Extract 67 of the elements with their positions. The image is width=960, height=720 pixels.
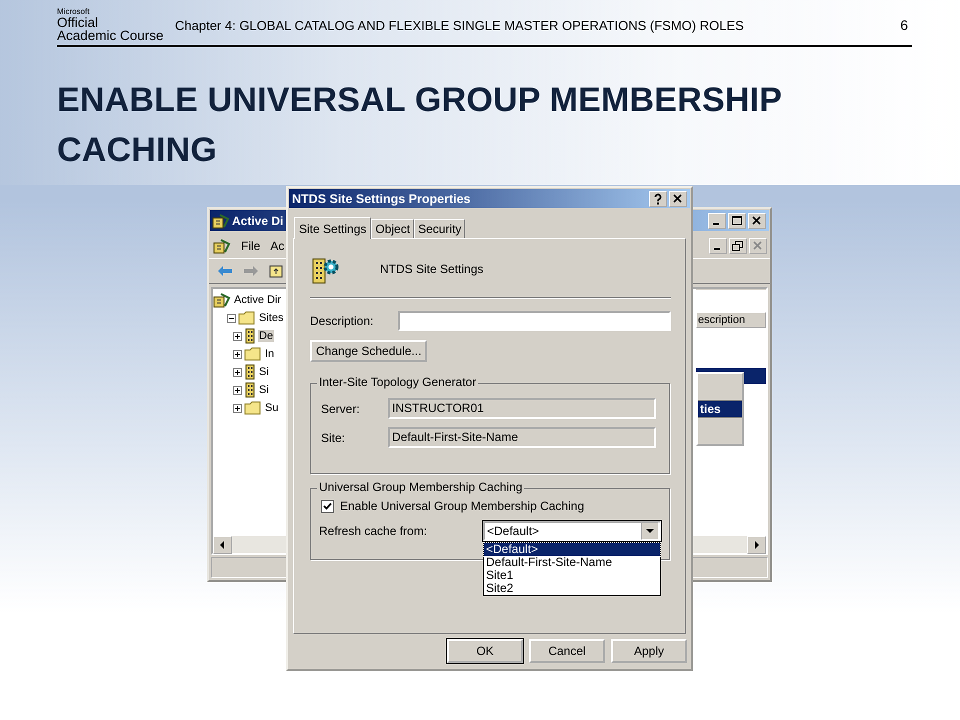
building-icon (244, 364, 256, 380)
expand-icon[interactable] (233, 332, 242, 340)
logo-text: Academic Course (57, 29, 165, 42)
dropdown-value: <Default> (486, 524, 540, 538)
dialog-title: NTDS Site Settings Properties (292, 192, 471, 206)
dialog-button[interactable]: OK (447, 639, 523, 663)
field-label: Refresh cache from: (319, 524, 428, 538)
logo-brand: Microsoft (57, 7, 90, 16)
scroll-right-icon[interactable] (747, 536, 766, 554)
directory-icon (213, 238, 231, 254)
tree-item[interactable]: Su (264, 402, 280, 414)
close-icon[interactable] (748, 212, 766, 228)
context-menu-item[interactable]: ties (698, 400, 742, 418)
expand-icon[interactable] (233, 386, 242, 394)
tree-item[interactable]: Si (258, 366, 270, 378)
tree-item[interactable]: In (264, 348, 276, 360)
window-title: Active Di (232, 214, 284, 228)
up-folder-icon[interactable] (269, 264, 283, 278)
close-icon[interactable] (669, 190, 687, 206)
change-schedule-button[interactable]: Change Schedule... (310, 340, 428, 362)
field-label: Site: (321, 430, 346, 444)
building-icon (244, 382, 256, 398)
minimize-icon[interactable] (709, 238, 727, 254)
folder-icon (244, 401, 262, 415)
slide-title: ENABLE UNIVERSAL GROUP MEMBERSHIP CACHING (57, 80, 782, 171)
tree-item[interactable]: De (258, 330, 274, 342)
group-title: Universal Group Membership Caching (317, 480, 524, 494)
dropdown-option[interactable]: Site2 (484, 582, 660, 595)
menu-item[interactable]: File (241, 239, 260, 253)
description-field[interactable] (398, 311, 671, 331)
dropdown-option[interactable]: Site1 (484, 569, 660, 582)
tab[interactable]: Object (371, 219, 414, 238)
checkbox-label: Enable Universal Group Membership Caching (340, 499, 584, 513)
dropdown[interactable]: <Default> (483, 521, 661, 541)
building-icon (244, 328, 256, 344)
folder-icon (238, 311, 256, 325)
column-header[interactable]: escription (696, 312, 766, 328)
tab[interactable]: Site Settings (294, 217, 372, 239)
tree-item[interactable]: Active Dir (233, 294, 282, 306)
folder-icon (244, 347, 262, 361)
menu-item[interactable]: Ac (270, 239, 284, 253)
page-number: 6 (900, 17, 908, 33)
field-label: Description: (310, 314, 374, 328)
directory-icon (213, 292, 231, 308)
restore-icon[interactable] (729, 238, 747, 254)
expand-icon[interactable] (233, 404, 242, 412)
dropdown-option[interactable]: <Default> (484, 543, 660, 556)
group-title: Inter-Site Topology Generator (317, 375, 478, 389)
help-icon[interactable] (649, 190, 667, 206)
checkbox[interactable] (321, 500, 334, 512)
directory-icon (212, 212, 230, 228)
maximize-icon[interactable] (728, 212, 746, 228)
chapter-header: Chapter 4: GLOBAL CATALOG AND FLEXIBLE SINGLE MASTER OPERATIONS (FSMO) ROLES (175, 18, 745, 33)
dialog-heading: NTDS Site Settings (380, 262, 484, 276)
dropdown-option[interactable]: Default-First-Site-Name (484, 556, 660, 569)
dialog-button[interactable]: Cancel (529, 639, 605, 663)
minimize-icon[interactable] (708, 212, 726, 228)
collapse-icon[interactable] (227, 314, 236, 322)
expand-icon[interactable] (233, 350, 242, 358)
tree-item[interactable]: Sites (258, 312, 284, 324)
logo-text: Official (57, 16, 100, 29)
scroll-left-icon[interactable] (213, 536, 232, 554)
tab[interactable]: Security (414, 219, 466, 238)
field-label: Server: (321, 402, 361, 416)
expand-icon[interactable] (233, 368, 242, 376)
tree-item[interactable]: Si (258, 384, 270, 396)
dialog-button[interactable]: Apply (611, 639, 687, 663)
